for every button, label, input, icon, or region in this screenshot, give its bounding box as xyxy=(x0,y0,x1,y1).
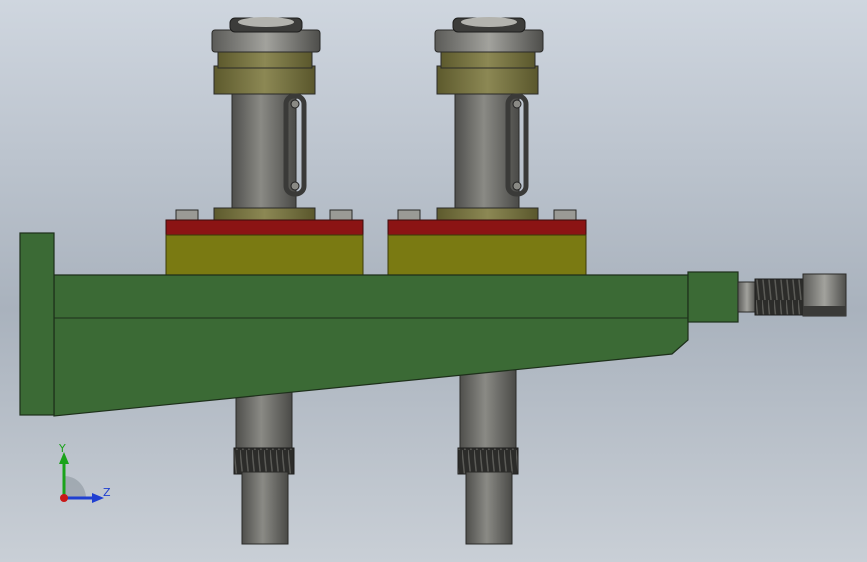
lower-shaft-left[interactable] xyxy=(233,391,295,545)
z-axis-label: Z xyxy=(103,486,111,499)
origin-dot xyxy=(60,494,68,502)
spindle-assembly-left[interactable] xyxy=(175,17,353,221)
adjusting-screw[interactable] xyxy=(737,273,847,317)
main-frame[interactable] xyxy=(19,232,739,417)
graphics-viewport[interactable]: Y Z xyxy=(0,0,867,562)
spindle-assembly-right[interactable] xyxy=(397,17,577,221)
lower-shaft-right[interactable] xyxy=(457,369,519,545)
coordinate-triad: Y Z xyxy=(48,440,118,510)
y-axis-label: Y xyxy=(59,442,66,455)
mounting-block-right[interactable] xyxy=(387,219,587,276)
cad-model[interactable] xyxy=(0,0,867,562)
mounting-block-left[interactable] xyxy=(165,219,364,276)
